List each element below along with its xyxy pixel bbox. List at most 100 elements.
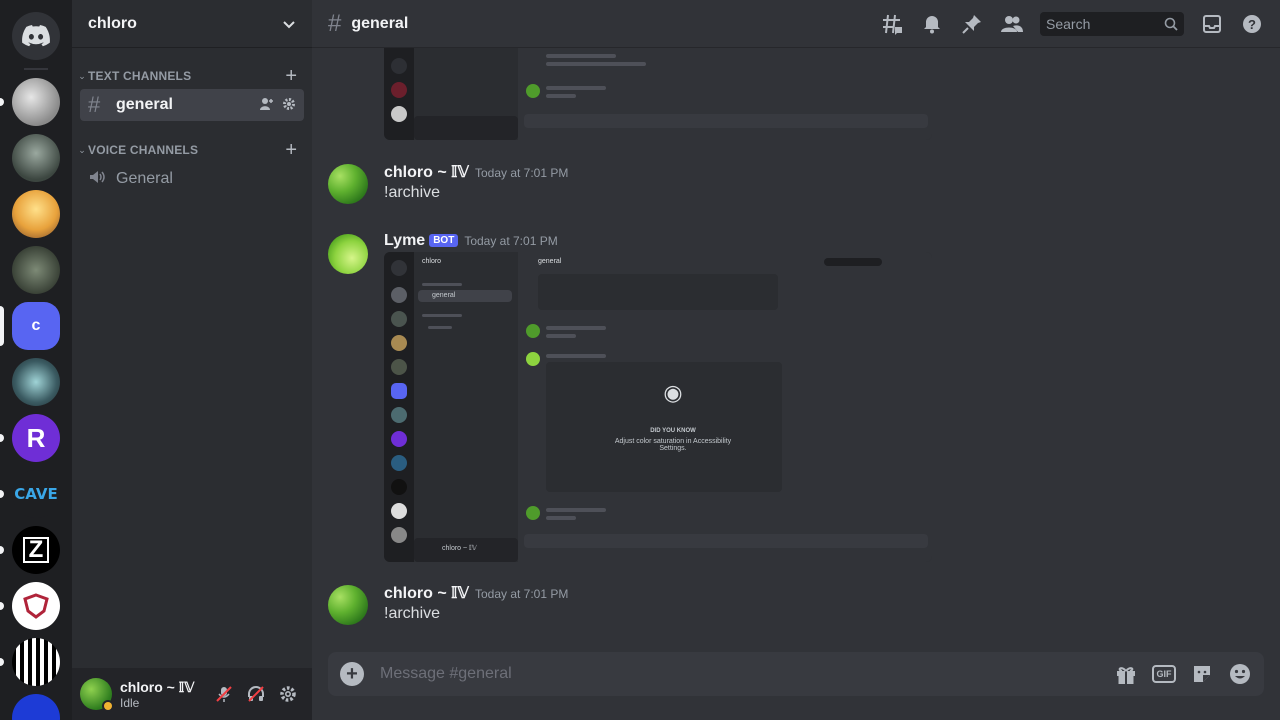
message-content: !archive — [384, 605, 441, 622]
user-status: Idle — [120, 695, 140, 710]
server-cave-icon[interactable]: CAVE — [12, 470, 60, 518]
embed-sidebar — [414, 48, 518, 140]
gift-icon — [1117, 667, 1135, 684]
embed-main — [518, 48, 932, 140]
message-author[interactable]: Lyme — [384, 232, 425, 250]
mic-muted-icon — [216, 686, 232, 702]
help-button[interactable]: ? — [1240, 12, 1264, 36]
server-6-icon[interactable] — [12, 358, 60, 406]
unread-pip — [0, 658, 4, 666]
server-2-icon[interactable] — [12, 134, 60, 182]
deafen-button[interactable] — [240, 678, 272, 710]
avatar[interactable] — [80, 678, 114, 712]
sticker-icon — [1194, 666, 1210, 682]
message-input[interactable]: Message #general — [380, 665, 1100, 683]
embed-line — [546, 326, 606, 330]
embed-discord-logo-icon: ◉ — [663, 380, 683, 405]
chat-area: # general Search ? chloro ~ 𝕀𝕍 Today at … — [312, 0, 1280, 720]
category-label: TEXT CHANNELS — [88, 69, 192, 83]
embed-avatar — [526, 324, 540, 338]
idle-status-icon — [102, 700, 114, 712]
server-rail: c R CAVE Z — [0, 0, 72, 720]
user-name: chloro ~ 𝕀𝕍 — [120, 678, 195, 695]
chevron-down-icon — [283, 20, 295, 28]
server-z-icon[interactable]: Z — [12, 526, 60, 574]
embed-server-dot — [391, 479, 407, 495]
hash-icon: # — [88, 92, 101, 117]
embed-main: general ◉ DID YOU KNOW Adjust color satu… — [518, 252, 932, 562]
avatar[interactable] — [328, 585, 368, 625]
notifications-button[interactable] — [920, 12, 944, 36]
gear-icon — [280, 686, 296, 702]
embed-server-dot — [391, 455, 407, 471]
emoji-icon — [1230, 664, 1250, 684]
embed-server-dot — [391, 359, 407, 375]
message[interactable]: chloro ~ 𝕀𝕍 Today at 7:01 PM !archive — [328, 585, 1228, 629]
user-info[interactable]: chloro ~ 𝕀𝕍 Idle — [120, 679, 208, 710]
guild-name: chloro — [88, 14, 137, 32]
guild-header[interactable]: chloro — [72, 0, 312, 48]
home-button[interactable] — [12, 12, 60, 60]
message-composer[interactable]: + Message #general GIF — [328, 652, 1264, 696]
embed-line — [428, 326, 452, 329]
gear-icon[interactable] — [282, 97, 296, 114]
embed-channel-title: general — [538, 258, 562, 265]
channel-voice-general[interactable]: General — [80, 163, 304, 195]
add-channel-icon[interactable]: + — [285, 140, 297, 160]
sticker-button[interactable] — [1190, 662, 1214, 686]
rail-separator — [24, 68, 48, 70]
embed-server-dot — [391, 260, 407, 276]
emoji-button[interactable] — [1228, 662, 1252, 686]
embed-server-dot — [391, 407, 407, 423]
embed-user-panel — [414, 116, 518, 140]
discord-logo-icon — [22, 25, 50, 47]
invite-user-icon[interactable] — [260, 97, 274, 114]
embedded-screenshot-partial[interactable] — [384, 48, 932, 140]
member-list-button[interactable] — [1000, 12, 1024, 36]
channel-general[interactable]: # general — [80, 89, 304, 121]
message-author[interactable]: chloro ~ 𝕀𝕍 — [384, 583, 469, 603]
message[interactable]: chloro ~ 𝕀𝕍 Today at 7:01 PM !archive — [328, 164, 1228, 208]
discord-app: c R CAVE Z chloro ⌄ TEXT CHANNELS + # ge… — [0, 0, 1280, 720]
search-input[interactable]: Search — [1040, 11, 1184, 36]
category-voice-channels[interactable]: ⌄ VOICE CHANNELS + — [72, 138, 312, 162]
gif-button[interactable]: GIF — [1152, 665, 1176, 683]
embed-user-name: chloro ~ 𝕀𝕍 — [442, 545, 477, 552]
server-3-icon[interactable] — [12, 190, 60, 238]
server-c-icon[interactable]: c — [12, 302, 60, 350]
category-label: VOICE CHANNELS — [88, 143, 199, 157]
server-d-icon[interactable] — [12, 694, 60, 720]
gift-button[interactable] — [1114, 662, 1138, 686]
embed-rail — [384, 252, 414, 562]
embed-line — [546, 62, 646, 66]
svg-text:?: ? — [1248, 17, 1256, 32]
embedded-screenshot[interactable]: chloro general chloro ~ 𝕀𝕍 general ◉ DID… — [384, 252, 932, 562]
chevron-down-icon: ⌄ — [78, 144, 86, 155]
help-icon: ? — [1243, 14, 1261, 33]
server-shield-icon[interactable] — [12, 582, 60, 630]
server-r-icon[interactable]: R — [12, 414, 60, 462]
threads-button[interactable] — [880, 12, 904, 36]
add-channel-icon[interactable]: + — [285, 66, 297, 86]
embed-line — [422, 314, 462, 317]
avatar[interactable] — [328, 164, 368, 204]
selected-pip — [0, 306, 4, 346]
category-text-channels[interactable]: ⌄ TEXT CHANNELS + — [72, 64, 312, 88]
inbox-button[interactable] — [1200, 12, 1224, 36]
mute-mic-button[interactable] — [208, 678, 240, 710]
unread-pip — [0, 98, 4, 106]
pinned-messages-button[interactable] — [960, 12, 984, 36]
server-1-icon[interactable] — [12, 78, 60, 126]
message-author[interactable]: chloro ~ 𝕀𝕍 — [384, 162, 469, 182]
embed-composer — [524, 114, 928, 128]
server-4-icon[interactable] — [12, 246, 60, 294]
embed-line — [422, 283, 462, 286]
embed-avatar — [526, 84, 540, 98]
server-pixel-icon[interactable] — [12, 638, 60, 686]
avatar[interactable] — [328, 234, 368, 274]
message-header: Lyme BOT Today at 7:01 PM — [384, 232, 558, 250]
add-attachment-button[interactable]: + — [340, 662, 364, 686]
user-settings-button[interactable] — [272, 678, 304, 710]
unread-pip — [0, 434, 4, 442]
search-placeholder: Search — [1046, 15, 1091, 32]
